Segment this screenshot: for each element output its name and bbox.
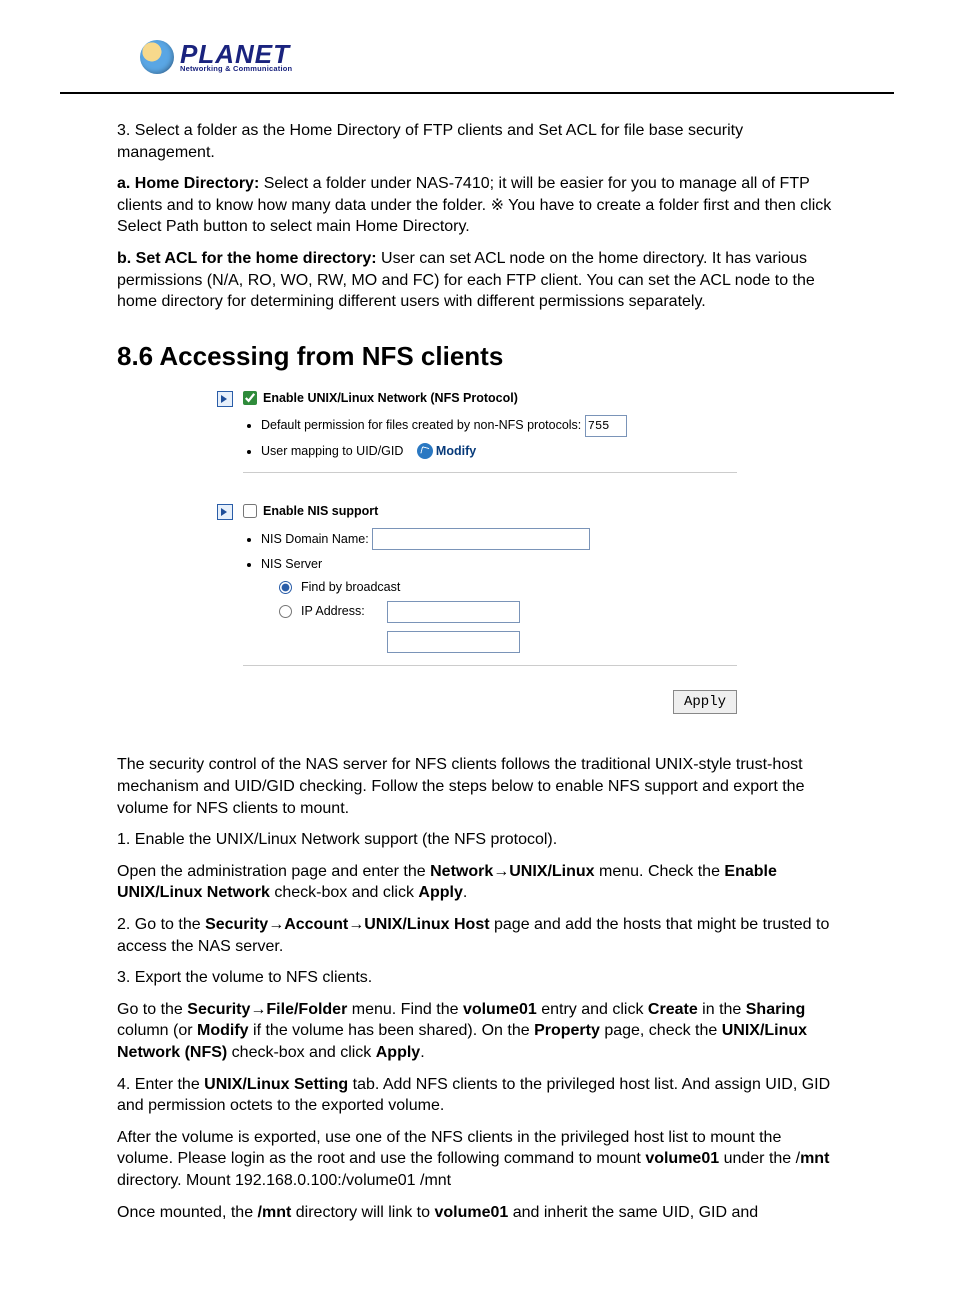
para-intro: The security control of the NAS server f… [117,754,837,819]
section-arrow-icon [217,504,233,520]
header-divider [60,92,894,94]
panel-divider-2 [243,665,737,666]
nis-domain-input[interactable] [372,528,590,550]
step-6: Once mounted, the /mnt directory will li… [117,1202,837,1224]
globe-icon [140,40,174,74]
section-arrow-icon [217,391,233,407]
nis-ip-label: IP Address: [301,603,381,620]
step-4: 4. Enter the UNIX/Linux Setting tab. Add… [117,1074,837,1117]
step-1: 1. Enable the UNIX/Linux Network support… [117,829,837,851]
section-heading: 8.6 Accessing from NFS clients [117,339,837,374]
nis-domain-row: NIS Domain Name: [261,528,737,550]
enable-nis-checkbox[interactable] [243,504,257,518]
nfs-settings-panel: Enable UNIX/Linux Network (NFS Protocol)… [217,390,737,715]
nis-ip-input-2[interactable] [387,631,520,653]
nis-server-row: NIS Server Find by broadcast IP Address: [261,556,737,654]
step-3-detail: Go to the Security→File/Folder menu. Fin… [117,999,837,1064]
default-permission-input[interactable] [585,415,627,437]
default-permission-row: Default permission for files created by … [261,415,737,437]
step-2: 2. Go to the Security→Account→UNIX/Linux… [117,914,837,957]
apply-button[interactable]: Apply [673,690,737,714]
home-directory-note: a. Home Directory: Select a folder under… [117,173,837,238]
uid-gid-row: User mapping to UID/GID Modify [261,443,737,460]
nis-ip-radio[interactable] [279,605,292,618]
brand-logo: PLANET Networking & Communication [140,40,894,74]
intro-step-3: 3. Select a folder as the Home Directory… [117,120,837,163]
enable-nfs-label: Enable UNIX/Linux Network (NFS Protocol) [263,390,518,407]
set-acl-label: b. Set ACL for the home directory: [117,250,377,267]
set-acl-note: b. Set ACL for the home directory: User … [117,248,837,313]
panel-divider-1 [243,472,737,473]
nis-ip-input-1[interactable] [387,601,520,623]
nis-broadcast-radio[interactable] [279,581,292,594]
brand-tagline: Networking & Communication [180,65,292,73]
enable-nis-label: Enable NIS support [263,503,378,520]
modify-icon [417,443,433,459]
step-3: 3. Export the volume to NFS clients. [117,967,837,989]
step-1-detail: Open the administration page and enter t… [117,861,837,904]
modify-button[interactable]: Modify [417,443,476,460]
enable-nfs-checkbox[interactable] [243,391,257,405]
nis-broadcast-label: Find by broadcast [301,579,400,596]
step-5: After the volume is exported, use one of… [117,1127,837,1192]
home-directory-label: a. Home Directory: [117,175,259,192]
